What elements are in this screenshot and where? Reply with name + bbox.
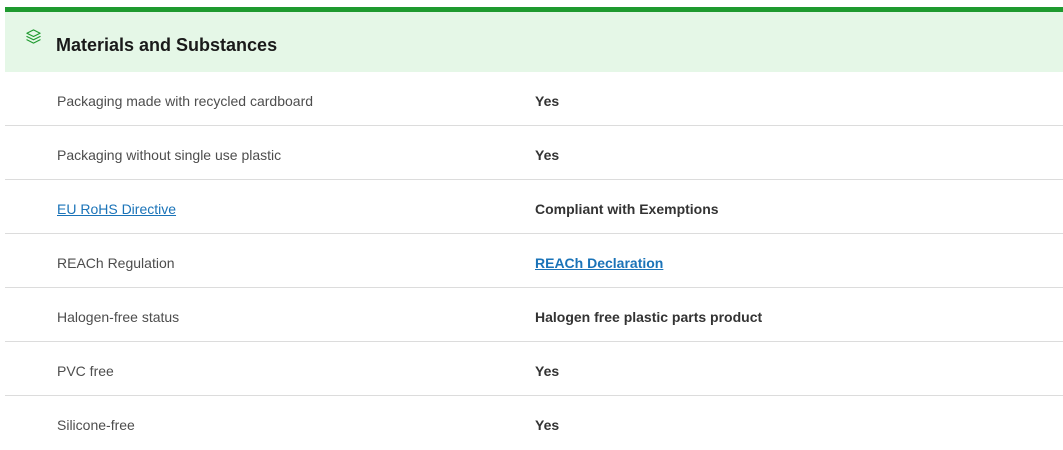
property-label: Silicone-free [57,417,135,433]
materials-substances-panel: Materials and Substances Packaging made … [0,0,1063,447]
property-value: Yes [535,93,560,109]
properties-list: Packaging made with recycled cardboard Y… [5,72,1063,450]
property-row-eu-rohs: EU RoHS Directive Compliant with Exempti… [5,180,1063,234]
section-header: Materials and Substances [5,12,1063,72]
property-row-halogen-free: Halogen-free status Halogen free plastic… [5,288,1063,342]
property-row-silicone-free: Silicone-free Yes [5,396,1063,450]
property-value: Compliant with Exemptions [535,201,719,217]
property-value: Yes [535,147,560,163]
property-row-reach: REACh Regulation REACh Declaration [5,234,1063,288]
property-row-single-use-plastic: Packaging without single use plastic Yes [5,126,1063,180]
property-label: Packaging without single use plastic [57,147,282,163]
property-value: Yes [535,363,560,379]
layers-icon [26,29,41,44]
property-label: Packaging made with recycled cardboard [57,93,314,109]
section-title: Materials and Substances [56,35,278,55]
property-label: PVC free [57,363,114,379]
property-value: Yes [535,417,560,433]
property-label: Halogen-free status [57,309,180,325]
property-row-recycled-cardboard: Packaging made with recycled cardboard Y… [5,72,1063,126]
reach-declaration-link[interactable]: REACh Declaration [535,255,663,271]
eu-rohs-directive-link[interactable]: EU RoHS Directive [57,201,176,217]
property-label: REACh Regulation [57,255,175,271]
property-row-pvc-free: PVC free Yes [5,342,1063,396]
property-value: Halogen free plastic parts product [535,309,763,325]
